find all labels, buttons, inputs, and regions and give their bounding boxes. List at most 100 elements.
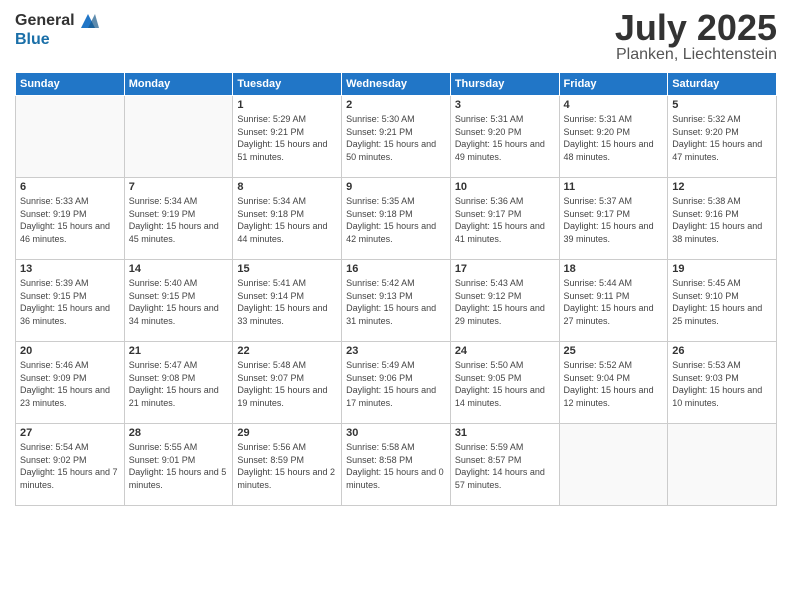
- calendar-cell: 11Sunrise: 5:37 AMSunset: 9:17 PMDayligh…: [559, 178, 668, 260]
- sun-info: Sunrise: 5:49 AMSunset: 9:06 PMDaylight:…: [346, 359, 446, 409]
- calendar-cell: 7 Sunrise: 5:34 AMSunset: 9:19 PMDaylight…: [124, 178, 233, 260]
- calendar-cell: [668, 424, 777, 506]
- sun-info: Sunrise: 5:43 AMSunset: 9:12 PMDaylight:…: [455, 277, 555, 327]
- sun-info: Sunrise: 5:47 AMSunset: 9:08 PMDaylight:…: [129, 359, 229, 409]
- calendar-cell: 24Sunrise: 5:50 AMSunset: 9:05 PMDayligh…: [450, 342, 559, 424]
- calendar-cell: 4 Sunrise: 5:31 AMSunset: 9:20 PMDaylight…: [559, 96, 668, 178]
- day-number: 9: [346, 181, 446, 193]
- calendar-table: Sunday Monday Tuesday Wednesday Thursday…: [15, 72, 777, 506]
- header-thursday: Thursday: [450, 73, 559, 96]
- day-number: 1: [237, 99, 337, 111]
- calendar-cell: 21 Sunrise: 5:47 AMSunset: 9:08 PMDayligh…: [124, 342, 233, 424]
- day-number: 18: [564, 263, 664, 275]
- sun-info: Sunrise: 5:41 AMSunset: 9:14 PMDaylight:…: [237, 277, 337, 327]
- calendar-cell: [559, 424, 668, 506]
- logo: General Blue: [15, 10, 99, 48]
- day-number: 7: [129, 181, 229, 193]
- calendar-cell: 6 Sunrise: 5:33 AMSunset: 9:19 PMDaylight…: [16, 178, 125, 260]
- calendar-cell: 20 Sunrise: 5:46 AMSunset: 9:09 PMDayligh…: [16, 342, 125, 424]
- day-number: 29: [237, 427, 337, 439]
- day-number: 10: [455, 181, 555, 193]
- day-number: 25: [564, 345, 664, 357]
- sun-info: Sunrise: 5:45 AMSunset: 9:10 PMDaylight:…: [672, 277, 772, 327]
- calendar-cell: 5Sunrise: 5:32 AMSunset: 9:20 PMDaylight…: [668, 96, 777, 178]
- calendar-week-row: 1 Sunrise: 5:29 AMSunset: 9:21 PMDaylight…: [16, 96, 777, 178]
- header-tuesday: Tuesday: [233, 73, 342, 96]
- day-number: 12: [672, 181, 772, 193]
- sun-info: Sunrise: 5:32 AMSunset: 9:20 PMDaylight:…: [672, 113, 772, 163]
- day-number: 3: [455, 99, 555, 111]
- calendar-cell: 15Sunrise: 5:41 AMSunset: 9:14 PMDayligh…: [233, 260, 342, 342]
- day-number: 6: [20, 181, 120, 193]
- sun-info: Sunrise: 5:35 AMSunset: 9:18 PMDaylight:…: [346, 195, 446, 245]
- header: General Blue July 2025 Planken, Liechten…: [15, 10, 777, 64]
- day-number: 30: [346, 427, 446, 439]
- calendar-cell: 26 Sunrise: 5:53 AMSunset: 9:03 PMDayligh…: [668, 342, 777, 424]
- day-number: 17: [455, 263, 555, 275]
- calendar-week-row: 6 Sunrise: 5:33 AMSunset: 9:19 PMDaylight…: [16, 178, 777, 260]
- sun-info: Sunrise: 5:34 AMSunset: 9:19 PMDaylight:…: [129, 195, 229, 245]
- sun-info: Sunrise: 5:40 AMSunset: 9:15 PMDaylight:…: [129, 277, 229, 327]
- page: General Blue July 2025 Planken, Liechten…: [0, 0, 792, 612]
- sun-info: Sunrise: 5:34 AMSunset: 9:18 PMDaylight:…: [237, 195, 337, 245]
- sun-info: Sunrise: 5:33 AMSunset: 9:19 PMDaylight:…: [20, 195, 120, 245]
- sun-info: Sunrise: 5:50 AMSunset: 9:05 PMDaylight:…: [455, 359, 555, 409]
- calendar-header-row: Sunday Monday Tuesday Wednesday Thursday…: [16, 73, 777, 96]
- title-block: July 2025 Planken, Liechtenstein: [615, 10, 777, 64]
- logo-icon: [77, 10, 99, 32]
- header-sunday: Sunday: [16, 73, 125, 96]
- day-number: 28: [129, 427, 229, 439]
- sun-info: Sunrise: 5:55 AMSunset: 9:01 PMDaylight:…: [129, 441, 229, 491]
- day-number: 31: [455, 427, 555, 439]
- logo-general: General: [15, 13, 75, 29]
- calendar-cell: 16Sunrise: 5:42 AMSunset: 9:13 PMDayligh…: [342, 260, 451, 342]
- calendar-cell: 28 Sunrise: 5:55 AMSunset: 9:01 PMDayligh…: [124, 424, 233, 506]
- calendar-cell: 22Sunrise: 5:48 AMSunset: 9:07 PMDayligh…: [233, 342, 342, 424]
- sun-info: Sunrise: 5:48 AMSunset: 9:07 PMDaylight:…: [237, 359, 337, 409]
- day-number: 20: [20, 345, 120, 357]
- header-wednesday: Wednesday: [342, 73, 451, 96]
- calendar-cell: 2Sunrise: 5:30 AMSunset: 9:21 PMDaylight…: [342, 96, 451, 178]
- sun-info: Sunrise: 5:36 AMSunset: 9:17 PMDaylight:…: [455, 195, 555, 245]
- calendar-cell: 9 Sunrise: 5:35 AMSunset: 9:18 PMDaylight…: [342, 178, 451, 260]
- day-number: 11: [564, 181, 664, 193]
- calendar-cell: 19 Sunrise: 5:45 AMSunset: 9:10 PMDayligh…: [668, 260, 777, 342]
- sun-info: Sunrise: 5:59 AMSunset: 8:57 PMDaylight:…: [455, 441, 555, 491]
- calendar-cell: 8 Sunrise: 5:34 AMSunset: 9:18 PMDaylight…: [233, 178, 342, 260]
- sun-info: Sunrise: 5:42 AMSunset: 9:13 PMDaylight:…: [346, 277, 446, 327]
- sun-info: Sunrise: 5:53 AMSunset: 9:03 PMDaylight:…: [672, 359, 772, 409]
- day-number: 19: [672, 263, 772, 275]
- calendar-cell: 13Sunrise: 5:39 AMSunset: 9:15 PMDayligh…: [16, 260, 125, 342]
- day-number: 23: [346, 345, 446, 357]
- sun-info: Sunrise: 5:31 AMSunset: 9:20 PMDaylight:…: [564, 113, 664, 163]
- calendar-week-row: 20 Sunrise: 5:46 AMSunset: 9:09 PMDayligh…: [16, 342, 777, 424]
- sun-info: Sunrise: 5:58 AMSunset: 8:58 PMDaylight:…: [346, 441, 446, 491]
- calendar-week-row: 27 Sunrise: 5:54 AMSunset: 9:02 PMDayligh…: [16, 424, 777, 506]
- sun-info: Sunrise: 5:46 AMSunset: 9:09 PMDaylight:…: [20, 359, 120, 409]
- calendar-cell: 17 Sunrise: 5:43 AMSunset: 9:12 PMDayligh…: [450, 260, 559, 342]
- sun-info: Sunrise: 5:31 AMSunset: 9:20 PMDaylight:…: [455, 113, 555, 163]
- day-number: 8: [237, 181, 337, 193]
- header-saturday: Saturday: [668, 73, 777, 96]
- calendar-cell: 3 Sunrise: 5:31 AMSunset: 9:20 PMDaylight…: [450, 96, 559, 178]
- sun-info: Sunrise: 5:44 AMSunset: 9:11 PMDaylight:…: [564, 277, 664, 327]
- calendar-cell: 10 Sunrise: 5:36 AMSunset: 9:17 PMDayligh…: [450, 178, 559, 260]
- calendar-cell: 27 Sunrise: 5:54 AMSunset: 9:02 PMDayligh…: [16, 424, 125, 506]
- calendar-cell: 23 Sunrise: 5:49 AMSunset: 9:06 PMDayligh…: [342, 342, 451, 424]
- calendar-week-row: 13Sunrise: 5:39 AMSunset: 9:15 PMDayligh…: [16, 260, 777, 342]
- day-number: 4: [564, 99, 664, 111]
- day-number: 27: [20, 427, 120, 439]
- calendar-cell: 25Sunrise: 5:52 AMSunset: 9:04 PMDayligh…: [559, 342, 668, 424]
- day-number: 21: [129, 345, 229, 357]
- sun-info: Sunrise: 5:54 AMSunset: 9:02 PMDaylight:…: [20, 441, 120, 491]
- header-friday: Friday: [559, 73, 668, 96]
- calendar-cell: 18 Sunrise: 5:44 AMSunset: 9:11 PMDayligh…: [559, 260, 668, 342]
- calendar-cell: [124, 96, 233, 178]
- title-month-year: July 2025: [615, 10, 777, 46]
- calendar-cell: 31 Sunrise: 5:59 AMSunset: 8:57 PMDayligh…: [450, 424, 559, 506]
- day-number: 26: [672, 345, 772, 357]
- title-location: Planken, Liechtenstein: [615, 46, 777, 64]
- day-number: 2: [346, 99, 446, 111]
- day-number: 13: [20, 263, 120, 275]
- sun-info: Sunrise: 5:29 AMSunset: 9:21 PMDaylight:…: [237, 113, 337, 163]
